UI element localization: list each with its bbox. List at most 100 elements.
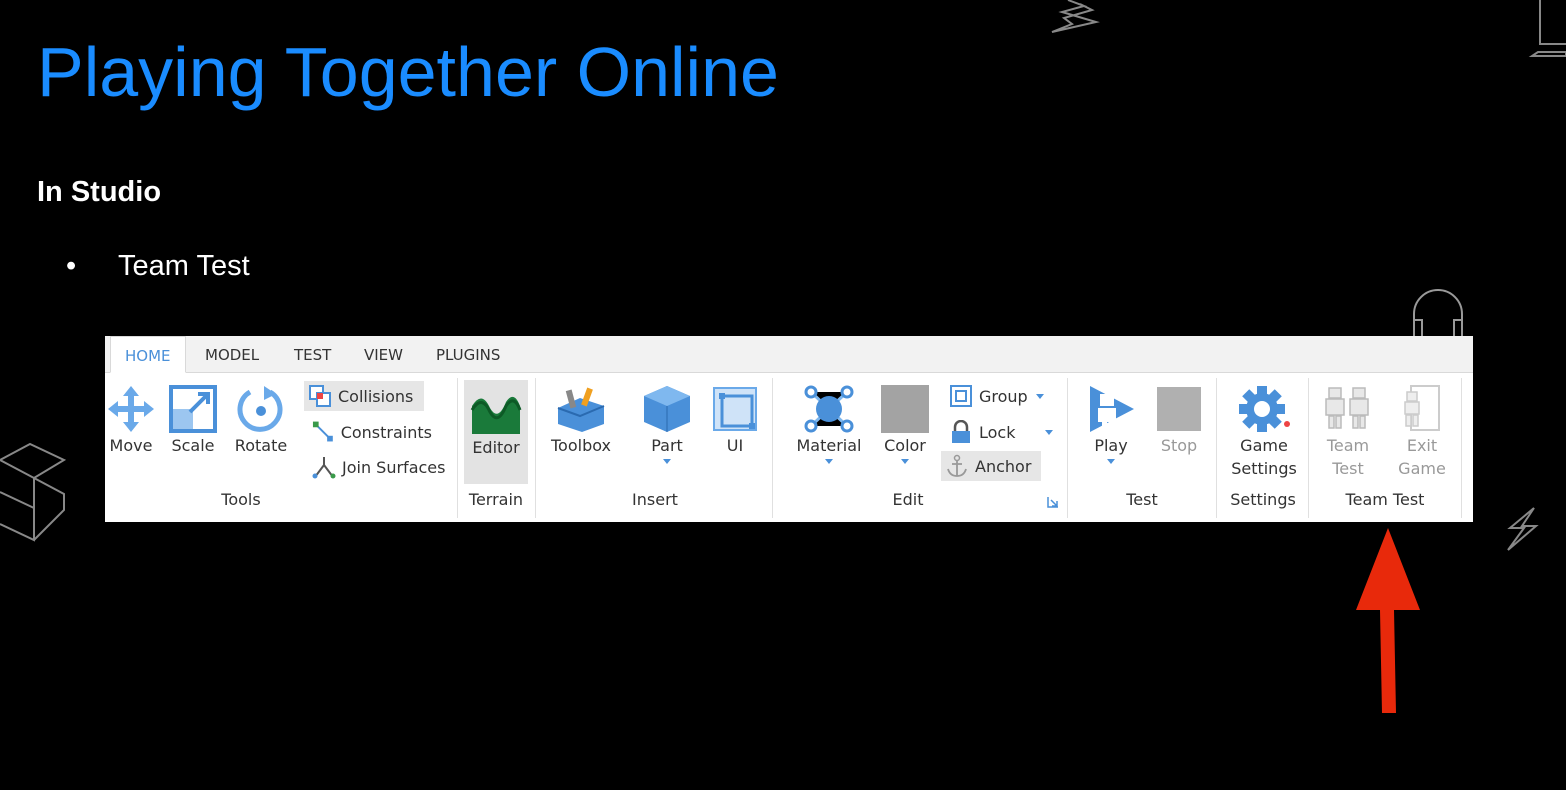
move-label: Move (109, 436, 153, 455)
red-arrow-icon (1356, 528, 1420, 713)
scale-icon (169, 385, 217, 433)
group-divider (1216, 378, 1217, 518)
material-icon (804, 385, 854, 433)
ui-frame-icon (713, 387, 757, 431)
play-icon (1090, 386, 1134, 432)
collisions-label: Collisions (338, 386, 414, 406)
tab-home[interactable]: HOME (110, 336, 186, 373)
edit-expand-icon[interactable] (1047, 496, 1059, 508)
terrain-icon (470, 396, 522, 434)
tab-view[interactable]: VIEW (350, 336, 417, 373)
test-group-label: Test (1126, 490, 1158, 509)
exit-game-label-line1: Exit (1406, 436, 1438, 455)
lightning-icon-small (1507, 507, 1539, 551)
studio-ribbon: HOME MODEL TEST VIEW PLUGINS Move Scale … (105, 336, 1473, 522)
scale-button[interactable]: Scale (167, 384, 219, 457)
color-button[interactable]: Color (877, 384, 933, 464)
part-cube-icon (644, 386, 690, 432)
tab-model[interactable]: MODEL (191, 336, 273, 373)
toolbox-button[interactable]: Toolbox (545, 384, 617, 457)
box-icon (0, 442, 67, 542)
game-settings-button[interactable]: Game Settings (1222, 384, 1306, 480)
slide-title: Playing Together Online (37, 33, 779, 111)
lock-button[interactable]: Lock (945, 417, 1065, 447)
group-divider (1308, 378, 1309, 518)
bullet-text: Team Test (118, 250, 250, 282)
game-settings-label-line1: Game (1240, 436, 1288, 455)
terrain-editor-button[interactable]: Editor (464, 380, 528, 484)
group-divider (457, 378, 458, 518)
color-label: Color (884, 436, 926, 455)
lock-label: Lock (979, 422, 1016, 442)
toolbox-label: Toolbox (551, 436, 611, 455)
terrain-group-label: Terrain (468, 490, 524, 509)
edit-group-label: Edit (892, 490, 924, 509)
anchor-toggle[interactable]: Anchor (941, 451, 1041, 481)
rotate-icon (237, 386, 283, 432)
team-test-label-line2: Test (1332, 459, 1364, 478)
play-dropdown-caret[interactable] (1107, 459, 1115, 464)
exit-game-button[interactable]: Exit Game (1391, 384, 1453, 480)
tab-test[interactable]: TEST (280, 336, 345, 373)
group-divider (772, 378, 773, 518)
lock-dropdown-caret[interactable] (1045, 429, 1054, 435)
join-surfaces-button[interactable]: Join Surfaces (308, 452, 453, 482)
scale-label: Scale (171, 436, 215, 455)
collisions-toggle[interactable]: Collisions (304, 381, 424, 411)
tab-plugins[interactable]: PLUGINS (422, 336, 514, 373)
ribbon-tab-bar: HOME MODEL TEST VIEW PLUGINS (105, 336, 1473, 373)
part-label: Part (651, 436, 683, 455)
editor-label: Editor (472, 438, 520, 457)
tools-group-label: Tools (221, 490, 261, 509)
team-test-group-label: Team Test (1345, 490, 1425, 509)
rotate-button[interactable]: Rotate (229, 384, 293, 457)
part-button[interactable]: Part (635, 384, 699, 464)
lightning-icon (1051, 0, 1100, 33)
gear-icon (1239, 386, 1290, 432)
group-divider (1067, 378, 1068, 518)
insert-group-label: Insert (632, 490, 678, 509)
ui-button[interactable]: UI (709, 384, 761, 457)
toolbox-icon (557, 387, 605, 432)
anchor-icon (947, 454, 967, 477)
group-button[interactable]: Group (945, 381, 1050, 411)
rotate-label: Rotate (234, 436, 288, 455)
constraints-icon (312, 421, 333, 442)
group-divider (1461, 378, 1462, 518)
laptop-icon (1528, 0, 1566, 57)
stop-button[interactable]: Stop (1151, 384, 1207, 457)
team-test-button[interactable]: Team Test (1317, 384, 1379, 480)
constraints-label: Constraints (340, 422, 432, 442)
play-button[interactable]: Play (1083, 384, 1139, 464)
material-dropdown-caret[interactable] (825, 459, 833, 464)
bullet-dot: • (66, 250, 77, 282)
material-button[interactable]: Material (793, 384, 865, 464)
collisions-icon (309, 385, 331, 407)
group-label: Group (979, 386, 1028, 406)
color-swatch-icon (881, 385, 929, 433)
part-dropdown-caret[interactable] (663, 459, 671, 464)
play-label: Play (1094, 436, 1128, 455)
group-icon (950, 385, 972, 407)
anchor-label: Anchor (975, 456, 1032, 476)
settings-group-label: Settings (1230, 490, 1296, 509)
join-surfaces-label: Join Surfaces (342, 457, 446, 477)
join-surfaces-icon (312, 457, 336, 479)
move-button[interactable]: Move (105, 384, 157, 457)
lock-icon (952, 420, 970, 443)
move-icon (108, 386, 154, 432)
slide-subtitle: In Studio (37, 176, 162, 208)
constraints-button[interactable]: Constraints (308, 417, 438, 447)
color-dropdown-caret[interactable] (901, 459, 909, 464)
team-test-icon (1325, 387, 1369, 429)
group-dropdown-caret[interactable] (1035, 393, 1044, 399)
group-divider (535, 378, 536, 518)
stop-label: Stop (1160, 436, 1198, 455)
exit-game-icon (1404, 385, 1440, 431)
ui-label: UI (726, 436, 744, 455)
team-test-label-line1: Team (1326, 436, 1370, 455)
game-settings-label-line2: Settings (1231, 459, 1297, 478)
stop-icon (1157, 387, 1201, 431)
headphones-icon (1413, 289, 1463, 336)
exit-game-label-line2: Game (1398, 459, 1446, 478)
